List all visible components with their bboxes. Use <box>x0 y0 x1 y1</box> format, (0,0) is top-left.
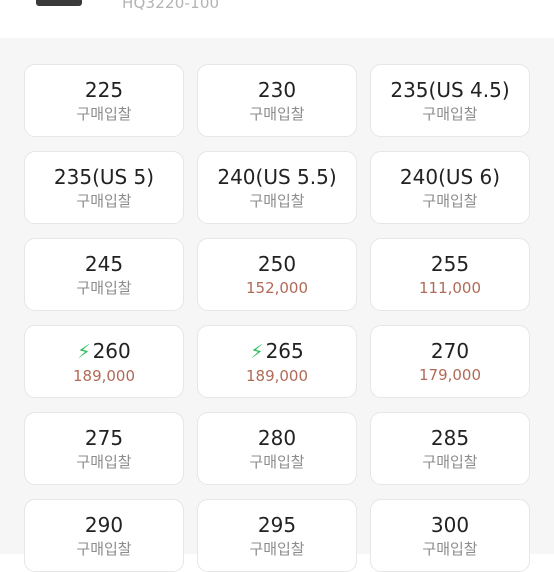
size-option-button[interactable]: 230 구매입찰 <box>197 64 357 137</box>
size-label: 270 <box>371 339 529 363</box>
price-label: 152,000 <box>245 279 309 297</box>
product-header: HQ3220-100 <box>0 0 554 38</box>
bid-label: 구매입찰 <box>422 105 478 123</box>
lightning-bolt-icon: ⚡︎ <box>250 341 264 363</box>
size-value: 245 <box>84 252 124 276</box>
size-value: 240(US 5.5) <box>217 165 337 189</box>
bid-label: 구매입찰 <box>422 453 478 471</box>
size-label: 240(US 6) <box>371 165 529 189</box>
bid-label: 구매입찰 <box>422 540 478 558</box>
size-label: 290 <box>25 513 183 537</box>
size-value: 285 <box>430 426 470 450</box>
size-option-button[interactable]: 275 구매입찰 <box>24 412 184 485</box>
size-option-button[interactable]: 225 구매입찰 <box>24 64 184 137</box>
bid-label: 구매입찰 <box>249 105 305 123</box>
size-option-button[interactable]: 240(US 6) 구매입찰 <box>370 151 530 224</box>
size-label: 235(US 5) <box>25 165 183 189</box>
size-value: 290 <box>84 513 124 537</box>
size-value: 225 <box>84 78 124 102</box>
size-label: 300 <box>371 513 529 537</box>
price-label: 189,000 <box>72 367 136 385</box>
bid-label: 구매입찰 <box>76 279 132 297</box>
size-option-button[interactable]: 240(US 5.5) 구매입찰 <box>197 151 357 224</box>
size-value: 280 <box>257 426 297 450</box>
product-thumbnail <box>36 0 82 6</box>
size-value: 235(US 5) <box>53 165 155 189</box>
size-value: 270 <box>430 339 470 363</box>
size-label: 285 <box>371 426 529 450</box>
size-label: ⚡︎ 260 <box>25 339 183 364</box>
size-label: 245 <box>25 252 183 276</box>
size-label: 280 <box>198 426 356 450</box>
size-option-button[interactable]: 270 179,000 <box>370 325 530 398</box>
size-option-button[interactable]: 295 구매입찰 <box>197 499 357 572</box>
size-value: 235(US 4.5) <box>390 78 510 102</box>
size-label: 250 <box>198 252 356 276</box>
size-option-button[interactable]: ⚡︎ 265 189,000 <box>197 325 357 398</box>
size-option-button[interactable]: 290 구매입찰 <box>24 499 184 572</box>
size-option-button[interactable]: ⚡︎ 260 189,000 <box>24 325 184 398</box>
size-option-button[interactable]: 285 구매입찰 <box>370 412 530 485</box>
size-option-button[interactable]: 250 152,000 <box>197 238 357 311</box>
size-label: 240(US 5.5) <box>198 165 356 189</box>
size-value: 265 <box>265 339 304 363</box>
size-label: 295 <box>198 513 356 537</box>
size-option-button[interactable]: 235(US 5) 구매입찰 <box>24 151 184 224</box>
size-label: 255 <box>371 252 529 276</box>
bid-label: 구매입찰 <box>249 192 305 210</box>
bid-label: 구매입찰 <box>249 540 305 558</box>
size-label: 275 <box>25 426 183 450</box>
size-option-button[interactable]: 280 구매입찰 <box>197 412 357 485</box>
size-value: 230 <box>257 78 297 102</box>
size-value: 250 <box>257 252 297 276</box>
size-value: 300 <box>430 513 470 537</box>
bid-label: 구매입찰 <box>249 453 305 471</box>
size-option-button[interactable]: 245 구매입찰 <box>24 238 184 311</box>
size-value: 260 <box>92 339 131 363</box>
size-label: ⚡︎ 265 <box>198 339 356 364</box>
size-value: 255 <box>430 252 470 276</box>
size-value: 275 <box>84 426 124 450</box>
price-label: 189,000 <box>245 367 309 385</box>
size-option-button[interactable]: 255 111,000 <box>370 238 530 311</box>
bid-label: 구매입찰 <box>76 453 132 471</box>
bid-label: 구매입찰 <box>76 105 132 123</box>
lightning-bolt-icon: ⚡︎ <box>77 341 91 363</box>
size-label: 230 <box>198 78 356 102</box>
price-label: 111,000 <box>418 279 482 297</box>
price-label: 179,000 <box>418 366 482 384</box>
bid-label: 구매입찰 <box>76 540 132 558</box>
size-value: 240(US 6) <box>399 165 501 189</box>
model-code: HQ3220-100 <box>122 0 220 12</box>
size-value: 295 <box>257 513 297 537</box>
size-option-button[interactable]: 235(US 4.5) 구매입찰 <box>370 64 530 137</box>
bid-label: 구매입찰 <box>76 192 132 210</box>
size-option-button[interactable]: 300 구매입찰 <box>370 499 530 572</box>
size-label: 225 <box>25 78 183 102</box>
size-label: 235(US 4.5) <box>371 78 529 102</box>
bid-label: 구매입찰 <box>422 192 478 210</box>
size-grid: 225 구매입찰 230 구매입찰 235(US 4.5) 구매입찰 235(US 5) 구매… <box>24 64 530 572</box>
